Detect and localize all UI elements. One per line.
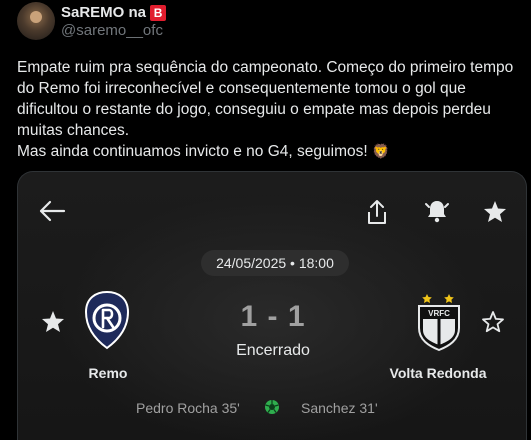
match-status: Encerrado xyxy=(236,342,310,359)
crest-text: VRFC xyxy=(428,309,450,318)
away-scorer: Sanchez 31' xyxy=(301,400,378,416)
back-arrow-icon[interactable] xyxy=(38,199,66,223)
user-handle[interactable]: @saremo__ofc xyxy=(61,22,163,39)
away-favorite-star-outline-icon[interactable] xyxy=(481,310,505,333)
brand-badge-icon: B xyxy=(150,4,167,21)
home-team-name[interactable]: Remo xyxy=(68,365,148,381)
match-datetime: 24/05/2025 • 18:00 xyxy=(201,250,349,276)
star-filled-icon[interactable] xyxy=(483,200,507,223)
soccer-ball-icon xyxy=(264,399,280,415)
share-icon[interactable] xyxy=(366,199,388,225)
bell-ringing-icon[interactable] xyxy=(423,198,451,224)
post-text-paragraph-1: Empate ruim pra sequência do campeonato.… xyxy=(17,59,514,139)
post-text: Empate ruim pra sequência do campeonato.… xyxy=(17,57,517,162)
home-favorite-star-icon[interactable] xyxy=(41,310,65,333)
volta-redonda-crest-icon[interactable]: VRFC xyxy=(414,286,464,352)
remo-crest-icon[interactable] xyxy=(82,290,132,350)
avatar[interactable] xyxy=(17,2,55,40)
match-score: 1 - 1 xyxy=(240,300,306,333)
post-text-line-2: Mas ainda continuamos invicto e no G4, s… xyxy=(17,143,368,160)
display-name-text[interactable]: SaREMO na xyxy=(61,4,146,21)
post-text-paragraph-2: Mas ainda continuamos invicto e no G4, s… xyxy=(17,141,517,162)
display-name[interactable]: SaREMO na B xyxy=(61,4,167,21)
home-scorer: Pedro Rocha 35' xyxy=(136,400,240,416)
lion-emoji: 🦁 xyxy=(371,143,390,159)
away-team-name[interactable]: Volta Redonda xyxy=(373,365,503,381)
match-card[interactable]: 24/05/2025 • 18:00 1 - 1 Encerrado VRFC … xyxy=(17,171,527,440)
